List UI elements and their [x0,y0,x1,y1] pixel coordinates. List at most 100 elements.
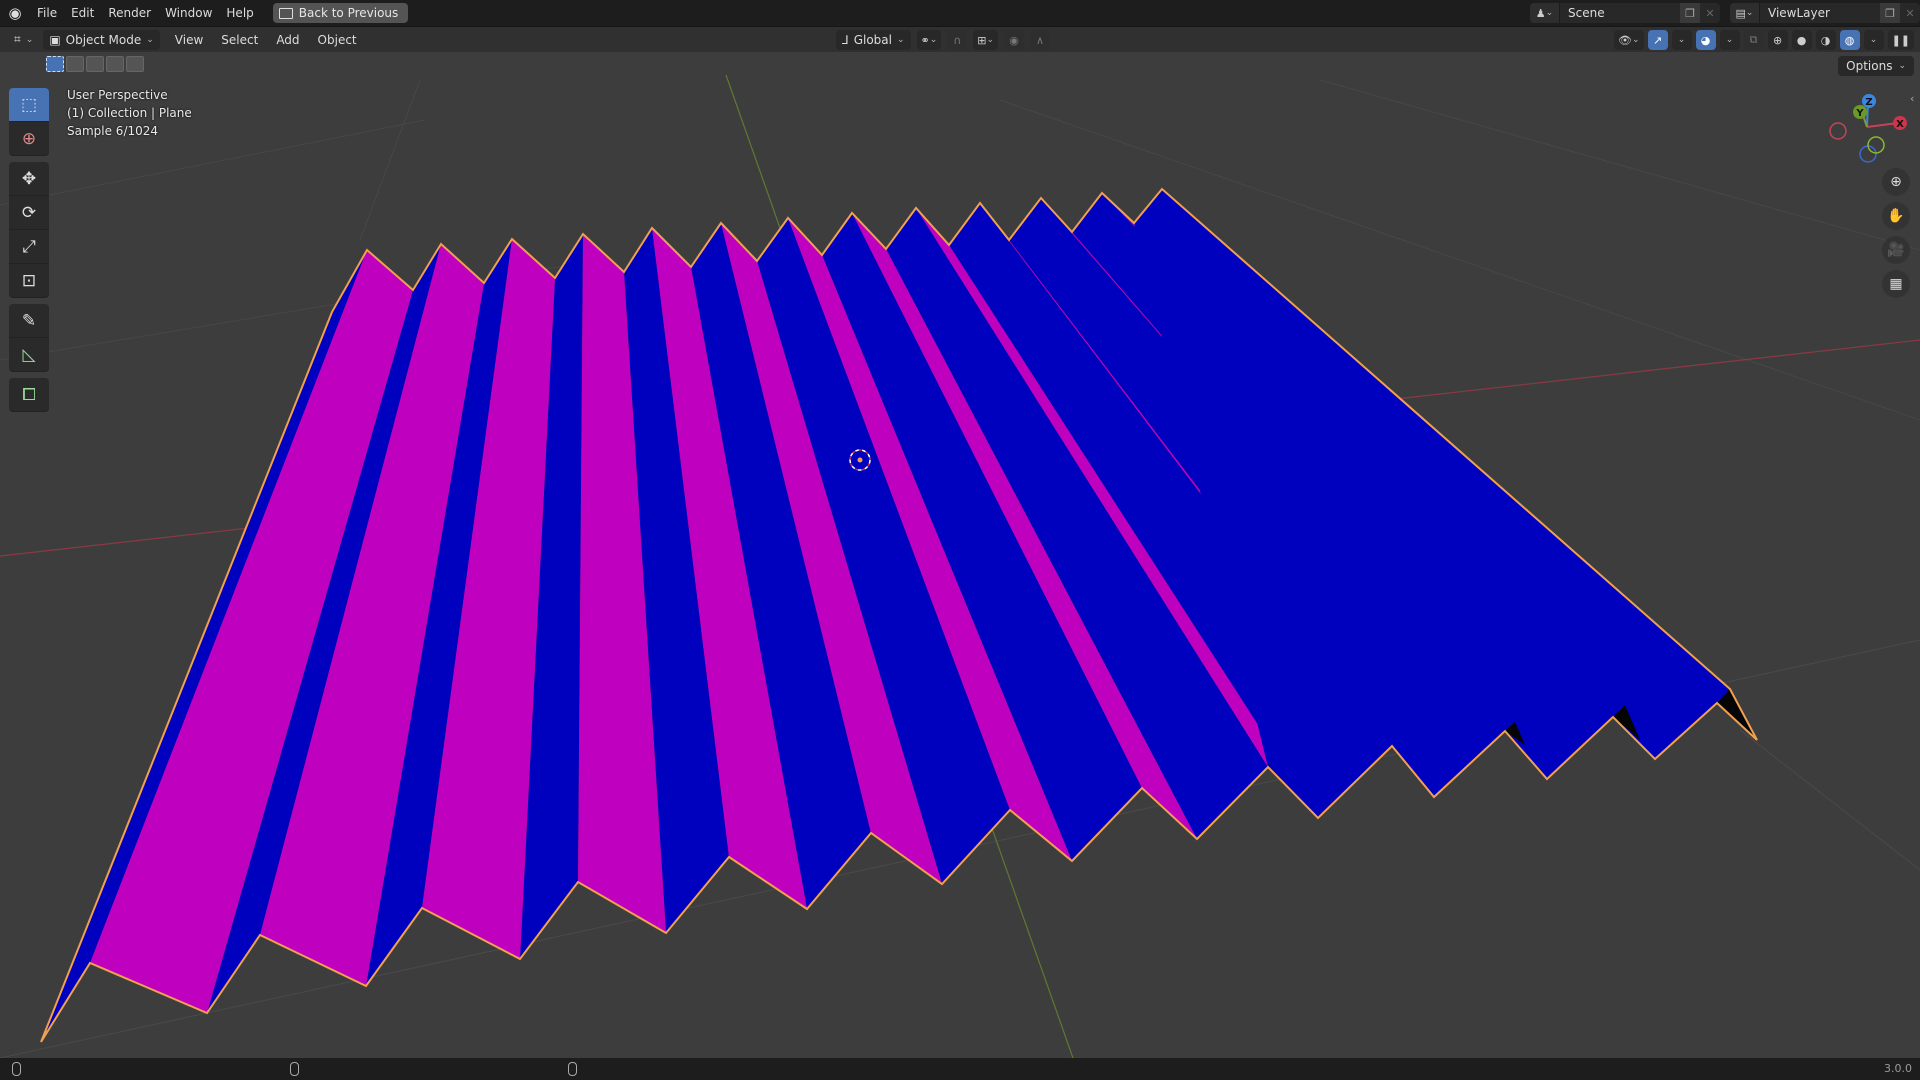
back-to-previous-button[interactable]: Back to Previous [272,3,409,23]
selection-mode-group [46,56,144,72]
proportional-edit-toggle[interactable]: ◉ [1004,30,1025,50]
grid-line [0,119,426,206]
view-layer-selector[interactable]: ▤ ⌄ ViewLayer ❐ ✕ [1730,3,1920,23]
mesh-shadow-sliver [1717,689,1757,740]
top-bar: ◉ File Edit Render Window Help Back to P… [0,0,1920,26]
select-intersect-button[interactable] [126,56,144,72]
scene-icon[interactable]: ♟ ⌄ [1530,3,1560,23]
snap-toggle[interactable]: ∩ [947,30,968,50]
measure-tool[interactable]: ◺ [9,338,49,372]
rendered-sphere-icon: ◍ [1844,33,1855,47]
zoom-icon[interactable]: ⊕ [1882,168,1910,196]
mode-dropdown[interactable]: ▣ Object Mode ⌄ [43,29,160,50]
measure-icon: ◺ [22,344,36,365]
grid-line [359,79,421,241]
visibility-dropdown[interactable]: 👁 ⌄ [1614,30,1644,50]
orientation-label: Global [853,33,892,47]
shading-solid[interactable]: ● [1791,30,1812,50]
options-dropdown[interactable]: Options ⌄ [1838,56,1914,76]
add-cube-tool[interactable]: ⧠ [9,378,49,412]
shading-wireframe[interactable]: ⊕ [1767,30,1788,50]
sidebar-collapse-icon[interactable]: ‹ [1910,92,1920,108]
scene-selector[interactable]: ♟ ⌄ Scene ❐ ✕ [1530,3,1720,23]
overlay-dropdown[interactable]: ⌄ [1719,30,1740,50]
menu-render[interactable]: Render [101,0,158,26]
snap-target-dropdown[interactable]: ⊞ ⌄ [973,30,999,50]
shading-dropdown[interactable]: ⌄ [1863,30,1884,50]
3d-viewport-icon: ⌗ [14,32,21,46]
move-tool[interactable]: ✥ [9,162,49,196]
menu-select[interactable]: Select [212,33,267,47]
hand-pan-icon[interactable]: ✋ [1882,202,1910,230]
y-label: Y [1855,108,1864,119]
gizmo-dropdown[interactable]: ⌄ [1671,30,1692,50]
camera-icon[interactable]: 🎥 [1882,236,1910,264]
new-scene-button[interactable]: ❐ [1680,3,1700,23]
select-invert-button[interactable] [106,56,124,72]
shading-material[interactable]: ◑ [1815,30,1836,50]
material-sphere-icon: ◑ [1820,33,1831,47]
menu-view[interactable]: View [166,33,212,47]
render-sample: Sample 6/1024 [67,124,159,138]
menu-edit[interactable]: Edit [64,0,101,26]
view-name: User Perspective [67,88,168,102]
back-to-previous-label: Back to Previous [298,6,399,20]
pleated-plane-mesh[interactable] [41,189,1757,1042]
xray-toggle[interactable]: ⧉ [1743,30,1764,50]
rotate-tool[interactable]: ⟳ [9,196,49,230]
new-view-layer-button[interactable]: ❐ [1880,3,1900,23]
menu-window[interactable]: Window [158,0,219,26]
grid-ortho-icon[interactable]: ▦ [1882,270,1910,298]
shading-rendered[interactable]: ◍ [1839,30,1860,50]
collection-info: (1) Collection | Plane [67,106,192,120]
neg-x-axis-icon [1829,122,1847,140]
select-extend-button[interactable] [66,56,84,72]
gizmo-icon: ↗ [1652,33,1663,47]
editor-type-button[interactable]: ⌗ ⌄ [8,30,39,50]
menu-help[interactable]: Help [219,0,260,26]
scale-tool[interactable]: ⤢ [9,230,49,264]
menu-add[interactable]: Add [267,33,308,47]
viewport-scene[interactable]: Y Z X [0,52,1920,1058]
scale-icon: ⤢ [22,236,36,257]
x-label: X [1896,119,1904,130]
blender-logo-icon[interactable]: ◉ [0,0,30,26]
viewport-info: User Perspective (1) Collection | Plane … [67,86,192,140]
eye-icon: 👁 [1618,33,1633,47]
select-new-button[interactable] [46,56,64,72]
pause-render-button[interactable]: ❚❚ [1887,30,1914,50]
select-subtract-button[interactable] [86,56,104,72]
select-box-tool[interactable]: ⬚ [9,88,49,122]
delete-view-layer-button[interactable]: ✕ [1900,3,1920,23]
transform-tool[interactable]: ⊡ [9,264,49,298]
view-layer-name[interactable]: ViewLayer [1760,6,1880,20]
transform-orientation-dropdown[interactable]: ⅃ Global ⌄ [836,30,911,50]
overlay-icon: ◕ [1700,33,1711,47]
version-label: 3.0.0 [1884,1062,1912,1075]
wireframe-sphere-icon: ⊕ [1772,33,1783,47]
chevron-down-icon: ⌄ [146,34,154,45]
transform-icon: ⊡ [21,270,37,291]
viewport-header: ⌗ ⌄ ▣ Object Mode ⌄ View Select Add Objec… [0,26,1920,52]
add-cube-icon: ⧠ [22,384,36,405]
proportional-edit-icon: ◉ [1009,33,1019,47]
move-icon: ✥ [21,168,37,189]
falloff-dropdown[interactable]: ∧ [1030,30,1051,50]
z-label: Z [1865,97,1872,108]
menu-file[interactable]: File [30,0,64,26]
grid-line [1739,729,1920,871]
menu-object[interactable]: Object [309,33,366,47]
gizmo-toggle[interactable]: ↗ [1647,30,1668,50]
annotate-tool[interactable]: ✎ [9,304,49,338]
overlay-toggle[interactable]: ◕ [1695,30,1716,50]
orientation-axes-icon: ⅃ [842,33,849,47]
view-layer-icon[interactable]: ▤ ⌄ [1730,3,1760,23]
navigation-gizmo[interactable]: Y Z X [1829,94,1907,163]
xray-icon: ⧉ [1749,33,1758,46]
pivot-point-dropdown[interactable]: ⚭ ⌄ [916,30,942,50]
3d-viewport[interactable]: Y Z X User Perspective (1) Collection | … [0,52,1920,1058]
cursor-tool[interactable]: ⊕ [9,122,49,156]
navigation-buttons: ⊕ ✋ 🎥 ▦ [1882,168,1910,298]
delete-scene-button[interactable]: ✕ [1700,3,1720,23]
scene-name[interactable]: Scene [1560,6,1680,20]
